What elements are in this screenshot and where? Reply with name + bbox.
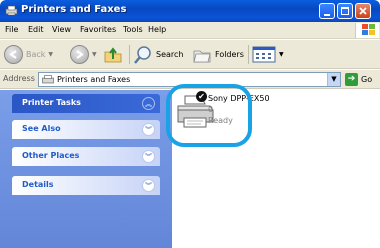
- content-pane: ✔ Sony DPP-EX50 0 Ready: [166, 84, 380, 248]
- search-label: Search: [156, 50, 184, 59]
- menu-bar: File Edit View Favorites Tools Help: [0, 22, 380, 39]
- menu-edit[interactable]: Edit: [28, 25, 44, 34]
- up-folder-icon: [104, 46, 122, 62]
- forward-dropdown-icon[interactable]: ▼: [92, 51, 97, 58]
- back-dropdown-icon[interactable]: ▼: [48, 51, 53, 58]
- address-bar: Address Printers and Faxes ▼ ➔ Go: [0, 70, 380, 89]
- windows-flag-icon: [362, 24, 375, 35]
- chevron-down-icon[interactable]: ︾: [142, 123, 155, 136]
- folders-button[interactable]: Folders: [192, 44, 244, 65]
- panel-title: See Also: [22, 124, 61, 133]
- menu-file[interactable]: File: [5, 25, 18, 34]
- title-bar: Printers and Faxes: [0, 0, 380, 22]
- menu-view[interactable]: View: [52, 25, 71, 34]
- views-dropdown-icon[interactable]: ▼: [279, 51, 284, 58]
- folders-icon: [193, 50, 211, 62]
- printer-folder-icon: [5, 5, 18, 16]
- printer-status: Ready: [208, 116, 233, 125]
- folders-label: Folders: [215, 50, 244, 59]
- toolbar-separator: [129, 45, 130, 64]
- menu-help[interactable]: Help: [148, 25, 166, 34]
- back-label: Back: [26, 50, 46, 59]
- close-button[interactable]: [355, 3, 371, 19]
- minimize-button[interactable]: [319, 3, 335, 19]
- maximize-button[interactable]: [337, 3, 353, 19]
- minimize-icon: [324, 14, 330, 16]
- views-icon: [252, 46, 276, 63]
- back-button[interactable]: Back ▼: [4, 44, 53, 65]
- toolbar-separator: [248, 45, 249, 64]
- forward-button[interactable]: ▼: [70, 44, 97, 65]
- panel-printer-tasks[interactable]: Printer Tasks ︽: [12, 94, 160, 113]
- search-button[interactable]: Search: [133, 44, 183, 65]
- address-field[interactable]: Printers and Faxes ▼: [38, 72, 341, 87]
- toolbar: Back ▼ ▼ Search Folders ▼: [0, 40, 380, 69]
- address-label: Address: [3, 74, 35, 83]
- chevron-down-icon[interactable]: ︾: [142, 179, 155, 192]
- maximize-icon: [341, 7, 349, 15]
- up-folder-button[interactable]: [103, 44, 123, 65]
- forward-arrow-icon: [70, 45, 89, 64]
- address-dropdown-icon[interactable]: ▼: [327, 73, 340, 86]
- task-pane: Printer Tasks ︽ See Also ︾ Other Places …: [0, 90, 172, 248]
- panel-title: Printer Tasks: [22, 98, 81, 107]
- panel-other-places[interactable]: Other Places ︾: [12, 147, 160, 166]
- close-icon: [359, 7, 367, 15]
- chevron-down-icon[interactable]: ︾: [142, 150, 155, 163]
- go-button[interactable]: Go: [361, 75, 372, 84]
- panel-title: Details: [22, 180, 54, 189]
- printer-documents: 0: [208, 105, 214, 114]
- panel-title: Other Places: [22, 151, 80, 160]
- printer-name: Sony DPP-EX50: [208, 94, 270, 103]
- printer-item[interactable]: ✔ Sony DPP-EX50 0 Ready: [172, 90, 282, 140]
- window-title: Printers and Faxes: [21, 4, 127, 15]
- default-printer-check-icon: ✔: [196, 91, 207, 102]
- back-arrow-icon: [4, 45, 23, 64]
- views-button[interactable]: ▼: [252, 44, 284, 65]
- menu-favorites[interactable]: Favorites: [80, 25, 116, 34]
- go-arrow-icon[interactable]: ➔: [345, 73, 358, 86]
- printers-folder-icon: [42, 75, 54, 84]
- address-value: Printers and Faxes: [57, 75, 131, 84]
- chevron-up-icon[interactable]: ︽: [142, 97, 155, 110]
- menu-tools[interactable]: Tools: [123, 25, 143, 34]
- windows-logo: [355, 23, 379, 38]
- search-icon: [134, 45, 151, 64]
- panel-see-also[interactable]: See Also ︾: [12, 120, 160, 139]
- panel-details[interactable]: Details ︾: [12, 176, 160, 195]
